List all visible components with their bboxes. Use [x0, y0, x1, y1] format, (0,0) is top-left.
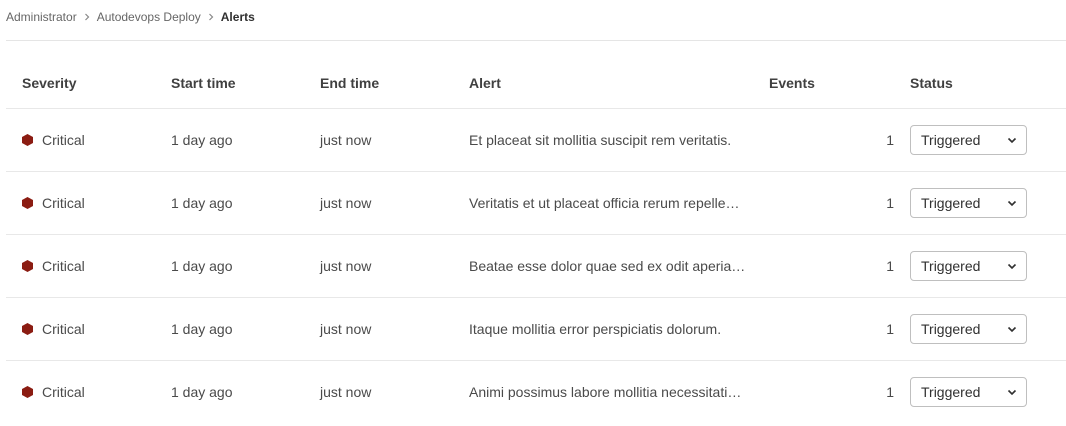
severity-cell: Critical [6, 297, 155, 361]
status-dropdown[interactable]: Triggered [910, 188, 1027, 218]
end-time-cell: just now [304, 171, 453, 235]
breadcrumb-item-project[interactable]: Autodevops Deploy [97, 10, 201, 24]
alert-title-cell: Veritatis et ut placeat officia rerum re… [453, 171, 753, 235]
events-count-cell: 1 [753, 171, 894, 235]
column-header-status[interactable]: Status [894, 58, 1066, 109]
table-header-row: Severity Start time End time Alert Event… [6, 58, 1066, 109]
events-count-cell: 1 [886, 384, 894, 400]
status-cell: Triggered [894, 297, 1066, 361]
alert-title-cell: Et placeat sit mollitia suscipit rem ver… [453, 108, 753, 172]
severity-cell: Critical [6, 361, 155, 424]
table-row[interactable]: Critical 1 day ago just now Veritatis et… [6, 171, 1066, 235]
events-count-cell: 1 [753, 108, 894, 172]
end-time-cell: just now [304, 234, 453, 298]
status-dropdown-label: Triggered [921, 132, 981, 148]
status-cell: Triggered [894, 171, 1066, 235]
chevron-right-icon [201, 13, 221, 21]
severity-label: Critical [42, 321, 85, 337]
column-header-alert: Alert [453, 58, 753, 109]
severity-cell: Critical [6, 234, 155, 298]
start-time-cell: 1 day ago [171, 384, 233, 400]
end-time-cell: just now [304, 297, 453, 361]
status-dropdown-label: Triggered [921, 321, 981, 337]
alert-title-cell: Itaque mollitia error perspiciatis dolor… [453, 297, 753, 361]
alert-title-cell: Animi possimus labore mollitia necessita… [469, 384, 742, 400]
alerts-table: Severity Start time End time Alert Event… [6, 58, 1066, 423]
start-time-cell: 1 day ago [155, 171, 304, 235]
severity-critical-icon [22, 386, 33, 398]
chevron-right-icon [77, 13, 97, 21]
status-dropdown-label: Triggered [921, 195, 981, 211]
events-count-cell: 1 [753, 297, 894, 361]
breadcrumb: Administrator Autodevops Deploy Alerts [6, 10, 255, 24]
status-dropdown[interactable]: Triggered [910, 314, 1027, 344]
severity-critical-icon [22, 197, 33, 209]
table-row[interactable]: Critical 1 day ago just now Beatae esse … [6, 234, 1066, 298]
start-time-cell: 1 day ago [155, 108, 304, 172]
chevron-down-icon [1007, 389, 1017, 395]
chevron-down-icon [1007, 137, 1017, 143]
column-header-events[interactable]: Events [753, 58, 894, 109]
chevron-down-icon [1007, 263, 1017, 269]
column-header-start-time[interactable]: Start time [155, 58, 304, 109]
start-time-cell: 1 day ago [155, 234, 304, 298]
status-cell: Triggered [894, 361, 1066, 424]
chevron-down-icon [1007, 326, 1017, 332]
status-cell: Triggered [894, 234, 1066, 298]
severity-label: Critical [42, 384, 85, 400]
severity-cell: Critical [6, 171, 155, 235]
end-time-cell: just now [320, 384, 372, 400]
table-row[interactable]: Critical 1 day ago just now Animi possim… [6, 361, 1066, 424]
end-time-cell: just now [304, 108, 453, 172]
chevron-down-icon [1007, 200, 1017, 206]
severity-critical-icon [22, 260, 33, 272]
status-dropdown[interactable]: Triggered [910, 251, 1027, 281]
status-dropdown-label: Triggered [921, 384, 981, 400]
status-dropdown[interactable]: Triggered [910, 377, 1027, 407]
table-row[interactable]: Critical 1 day ago just now Et placeat s… [6, 108, 1066, 172]
severity-label: Critical [42, 195, 85, 211]
column-header-end-time[interactable]: End time [304, 58, 453, 109]
status-cell: Triggered [894, 108, 1066, 172]
severity-critical-icon [22, 134, 33, 146]
events-count-cell: 1 [753, 234, 894, 298]
alert-title-cell: Beatae esse dolor quae sed ex odit aperi… [453, 234, 753, 298]
header-divider [6, 40, 1066, 41]
severity-critical-icon [22, 323, 33, 335]
start-time-cell: 1 day ago [155, 297, 304, 361]
table-row[interactable]: Critical 1 day ago just now Itaque molli… [6, 297, 1066, 361]
breadcrumb-item-administrator[interactable]: Administrator [6, 10, 77, 24]
status-dropdown[interactable]: Triggered [910, 125, 1027, 155]
breadcrumb-item-alerts: Alerts [220, 10, 255, 24]
column-header-severity[interactable]: Severity [6, 58, 155, 109]
severity-label: Critical [42, 258, 85, 274]
status-dropdown-label: Triggered [921, 258, 981, 274]
severity-label: Critical [42, 132, 85, 148]
severity-cell: Critical [6, 108, 155, 172]
alerts-table-body: Critical 1 day ago just now Et placeat s… [6, 108, 1066, 424]
